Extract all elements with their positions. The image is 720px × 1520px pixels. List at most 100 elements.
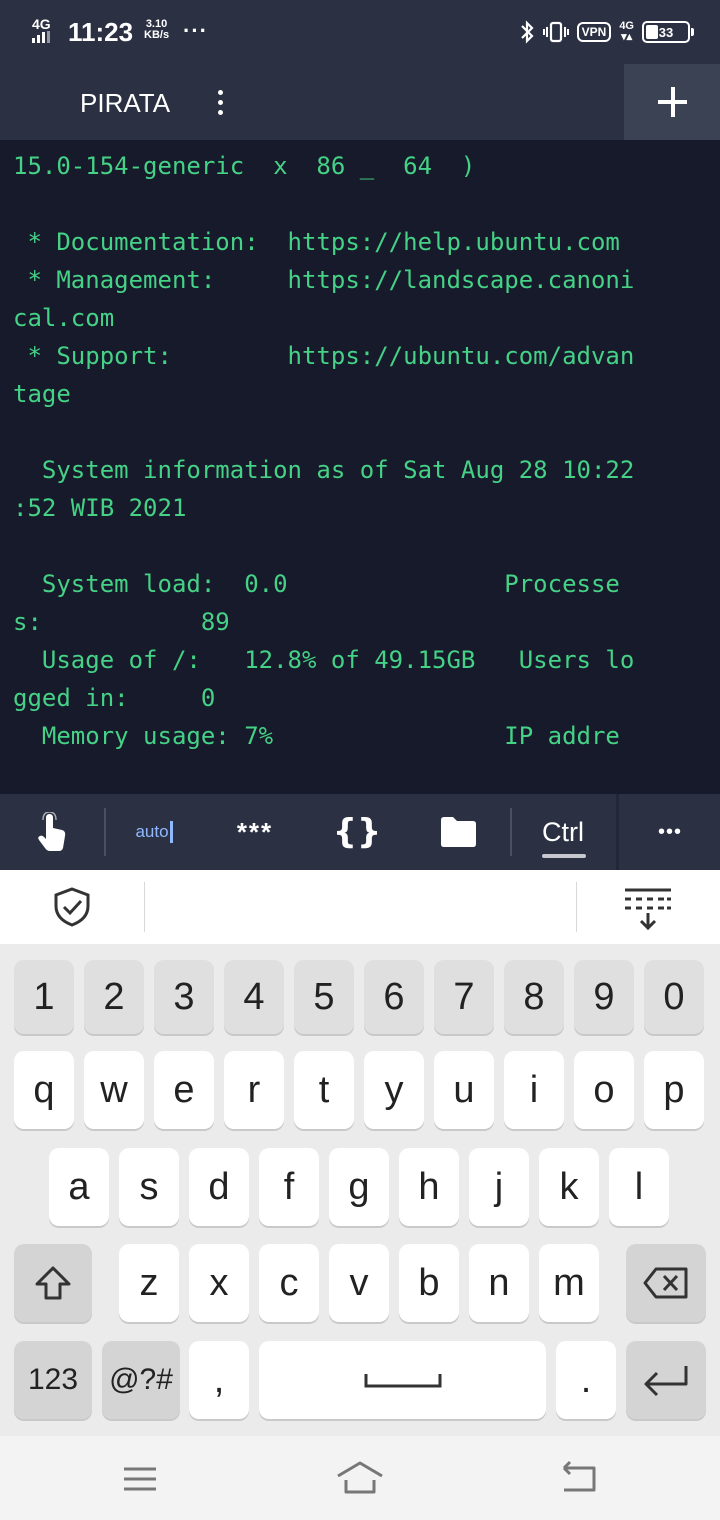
status-bar: 4G 11:23 3.10 KB/s ··· VPN 4G ▾▴ 33 — [0, 0, 720, 64]
terminal-line: tage — [13, 380, 71, 408]
terminal-line: cal.com — [13, 304, 115, 332]
home-icon — [337, 1461, 383, 1494]
ctrl-key-button[interactable]: Ctrl — [520, 794, 606, 870]
key-h[interactable]: h — [399, 1148, 459, 1226]
battery-icon: 33 — [642, 21, 694, 43]
enter-key[interactable] — [626, 1341, 706, 1419]
key-n[interactable]: n — [469, 1244, 529, 1322]
session-tab[interactable]: PIRATA — [80, 88, 170, 119]
key-7[interactable]: 7 — [434, 960, 494, 1034]
folder-icon — [441, 817, 476, 847]
space-icon — [364, 1374, 441, 1388]
key-a[interactable]: a — [49, 1148, 109, 1226]
key-d[interactable]: d — [189, 1148, 249, 1226]
terminal-line: System load: 0.0 Processe — [13, 570, 620, 598]
key-c[interactable]: c — [259, 1244, 319, 1322]
key-w[interactable]: w — [84, 1051, 144, 1129]
symbols-mode-key[interactable]: @?# — [102, 1341, 180, 1419]
more-vert-icon[interactable] — [206, 86, 236, 120]
terminal-line: * Documentation: https://help.ubuntu.com — [13, 228, 620, 256]
comma-key[interactable]: , — [189, 1341, 249, 1419]
key-k[interactable]: k — [539, 1148, 599, 1226]
touch-icon — [38, 812, 66, 851]
key-g[interactable]: g — [329, 1148, 389, 1226]
key-x[interactable]: x — [189, 1244, 249, 1322]
network-speed-unit: KB/s — [144, 29, 170, 41]
key-y[interactable]: y — [364, 1051, 424, 1129]
password-button[interactable]: *** — [210, 794, 300, 870]
back-button[interactable] — [550, 1454, 610, 1504]
key-r[interactable]: r — [224, 1051, 284, 1129]
backspace-icon — [643, 1267, 688, 1299]
key-z[interactable]: z — [119, 1244, 179, 1322]
key-e[interactable]: e — [154, 1051, 214, 1129]
vibrate-icon — [542, 21, 569, 43]
terminal-output[interactable]: 15.0-154-generic x 86 _ 64 ) * Documenta… — [0, 140, 720, 794]
key-4[interactable]: 4 — [224, 960, 284, 1034]
key-8[interactable]: 8 — [504, 960, 564, 1034]
terminal-line: * Support: https://ubuntu.com/advan — [13, 342, 635, 370]
text-cursor-icon — [169, 821, 173, 843]
terminal-line: * Management: https://landscape.canoni — [13, 266, 635, 294]
data-arrows-icon: ▾▴ — [621, 31, 633, 43]
key-o[interactable]: o — [574, 1051, 634, 1129]
shift-icon — [35, 1266, 71, 1300]
backspace-key[interactable] — [626, 1244, 706, 1322]
key-b[interactable]: b — [399, 1244, 459, 1322]
key-j[interactable]: j — [469, 1148, 529, 1226]
touch-mode-button[interactable] — [0, 794, 104, 870]
terminal-line: Memory usage: 7% IP addre — [13, 722, 620, 750]
key-v[interactable]: v — [329, 1244, 389, 1322]
terminal-line: 15.0-154-generic x 86 _ 64 ) — [13, 152, 476, 180]
key-9[interactable]: 9 — [574, 960, 634, 1034]
terminal-line: System information as of Sat Aug 28 10:2… — [13, 456, 635, 484]
key-s[interactable]: s — [119, 1148, 179, 1226]
more-notifications-icon: ··· — [183, 18, 208, 43]
security-button[interactable] — [44, 882, 100, 932]
key-5[interactable]: 5 — [294, 960, 354, 1034]
keyboard-suggestion-strip — [0, 870, 720, 944]
extra-keys-toolbar: auto *** {} Ctrl ••• — [0, 794, 720, 870]
auto-input-button[interactable]: auto — [108, 794, 200, 870]
add-session-button[interactable] — [624, 64, 720, 140]
key-2[interactable]: 2 — [84, 960, 144, 1034]
key-6[interactable]: 6 — [364, 960, 424, 1034]
ctrl-underline — [542, 854, 586, 858]
shift-key[interactable] — [14, 1244, 92, 1322]
status-icons: VPN 4G ▾▴ 33 — [519, 18, 694, 46]
space-key[interactable] — [259, 1341, 546, 1419]
key-p[interactable]: p — [644, 1051, 704, 1129]
key-f[interactable]: f — [259, 1148, 319, 1226]
key-u[interactable]: u — [434, 1051, 494, 1129]
signal-icon — [32, 31, 54, 43]
network-type: 4G — [32, 16, 51, 32]
terminal-line: gged in: 0 — [13, 684, 216, 712]
files-button[interactable] — [412, 794, 504, 870]
recents-button[interactable] — [110, 1454, 170, 1504]
numbers-mode-key[interactable]: 123 — [14, 1341, 92, 1419]
key-i[interactable]: i — [504, 1051, 564, 1129]
snippets-button[interactable]: {} — [312, 794, 402, 870]
key-3[interactable]: 3 — [154, 960, 214, 1034]
back-icon — [562, 1460, 596, 1492]
key-l[interactable]: l — [609, 1148, 669, 1226]
terminal-line: s: 89 — [13, 608, 230, 636]
key-t[interactable]: t — [294, 1051, 354, 1129]
key-q[interactable]: q — [14, 1051, 74, 1129]
bluetooth-icon — [520, 20, 534, 44]
shield-check-icon — [54, 887, 90, 927]
key-0[interactable]: 0 — [644, 960, 704, 1034]
keyboard-hide-icon — [625, 888, 671, 931]
network-speed: 3.10 KB/s — [144, 19, 169, 41]
vpn-badge: VPN — [576, 22, 612, 42]
key-1[interactable]: 1 — [14, 960, 74, 1034]
system-navigation-bar — [0, 1436, 720, 1520]
more-keys-button[interactable]: ••• — [620, 794, 720, 870]
home-button[interactable] — [330, 1454, 390, 1504]
clock: 11:23 — [68, 17, 134, 47]
key-m[interactable]: m — [539, 1244, 599, 1322]
hide-keyboard-button[interactable] — [614, 880, 682, 936]
app-bar: PIRATA — [0, 64, 720, 140]
terminal-line: Usage of /: 12.8% of 49.15GB Users lo — [13, 646, 635, 674]
period-key[interactable]: . — [556, 1341, 616, 1419]
